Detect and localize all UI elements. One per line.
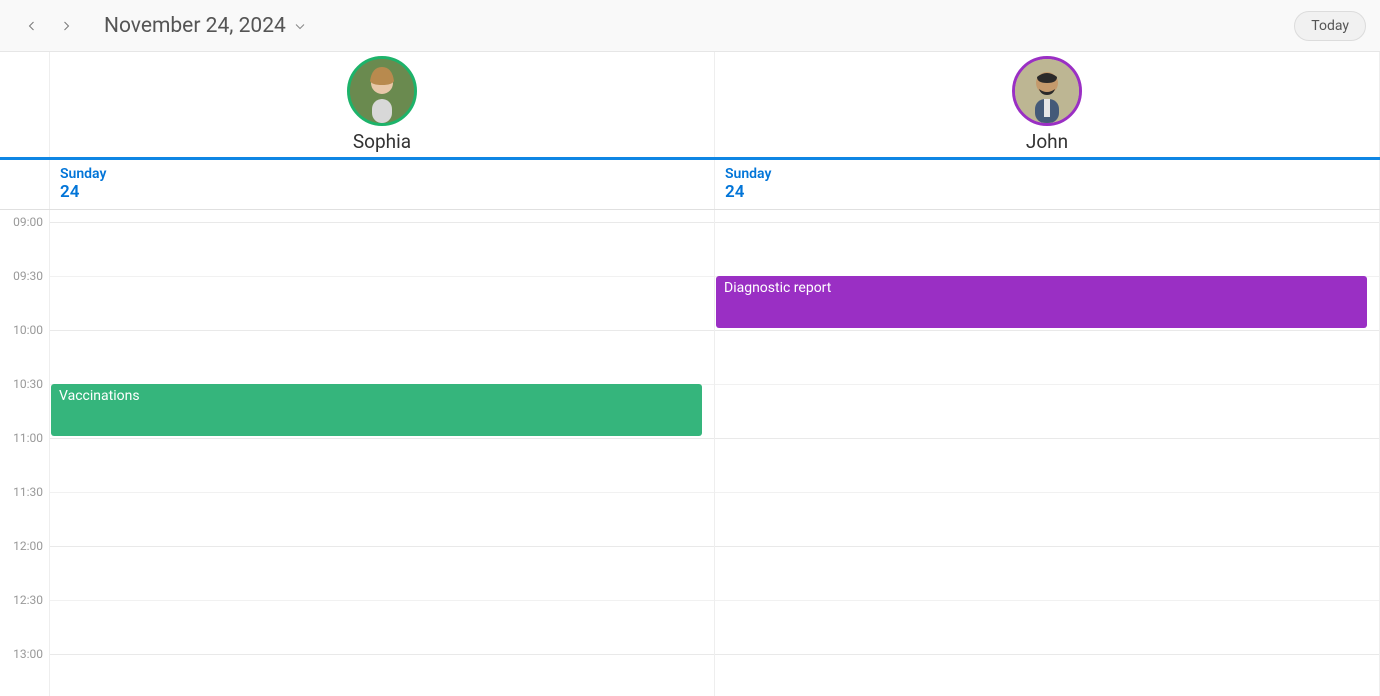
chevron-right-icon (60, 20, 72, 32)
time-label: 13:00 (13, 647, 43, 661)
day-name: Sunday (60, 166, 704, 182)
prev-button[interactable] (18, 12, 46, 40)
time-label: 12:00 (13, 539, 43, 553)
resource-john[interactable]: John (715, 52, 1380, 157)
day-header-col-2[interactable]: Sunday 24 (715, 160, 1380, 209)
timeline: 09:00 09:30 10:00 10:30 11:00 11:30 12:00 12:30… (0, 210, 1380, 696)
time-label: 09:00 (13, 215, 43, 229)
person-icon (350, 59, 414, 123)
chevron-left-icon (26, 20, 38, 32)
header-gutter (0, 52, 50, 157)
date-label-text: November 24, 2024 (104, 14, 286, 38)
next-button[interactable] (52, 12, 80, 40)
avatar (347, 56, 417, 126)
today-label: Today (1311, 18, 1349, 34)
time-label: 10:30 (13, 377, 43, 391)
resource-name: Sophia (353, 130, 411, 153)
time-label: 11:30 (13, 485, 43, 499)
day-number: 24 (60, 182, 704, 202)
time-label: 11:00 (13, 431, 43, 445)
calendar-event[interactable]: Diagnostic report (716, 276, 1367, 328)
calendar-event[interactable]: Vaccinations (51, 384, 702, 436)
time-label: 09:30 (13, 269, 43, 283)
person-icon (1015, 59, 1079, 123)
time-gutter: 09:00 09:30 10:00 10:30 11:00 11:30 12:00 12:30… (0, 210, 50, 696)
avatar (1012, 56, 1082, 126)
day-name: Sunday (725, 166, 1369, 182)
date-picker[interactable]: November 24, 2024 (104, 14, 306, 38)
time-label: 10:00 (13, 323, 43, 337)
calendar-col-sophia[interactable]: Vaccinations (50, 210, 715, 696)
today-button[interactable]: Today (1294, 11, 1366, 41)
chevron-down-icon (294, 14, 306, 38)
calendar-col-john[interactable]: Diagnostic report (715, 210, 1380, 696)
resource-name: John (1026, 130, 1068, 153)
day-header-col-1[interactable]: Sunday 24 (50, 160, 715, 209)
day-header: Sunday 24 Sunday 24 (0, 160, 1380, 210)
toolbar: November 24, 2024 Today (0, 0, 1380, 52)
resource-sophia[interactable]: Sophia (50, 52, 715, 157)
time-label: 12:30 (13, 593, 43, 607)
day-gutter (0, 160, 50, 209)
day-number: 24 (725, 182, 1369, 202)
scrollbar[interactable] (1373, 423, 1379, 696)
resource-header: Sophia John (0, 52, 1380, 160)
